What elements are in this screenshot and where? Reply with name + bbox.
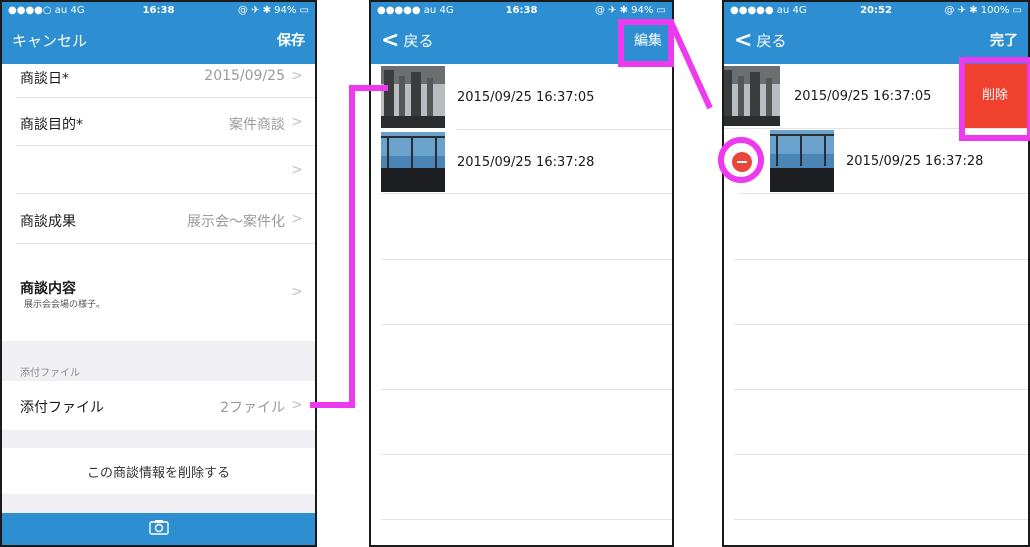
photo-list-item[interactable]: 2015/09/25 16:37:28 (724, 128, 1028, 194)
section-header-attachments: 添付ファイル (2, 341, 315, 381)
divider (724, 128, 1028, 129)
row-label: 商談目的* (20, 117, 83, 133)
chevron-right-icon: > (291, 397, 303, 413)
connector-line-2 (668, 20, 713, 110)
photo-timestamp: 2015/09/25 16:37:28 (457, 155, 595, 170)
chevron-right-icon: > (291, 284, 303, 300)
camera-icon[interactable] (148, 519, 169, 535)
nav-bar: < 戻る 完了 (724, 18, 1028, 64)
divider (381, 454, 672, 455)
status-battery: @ ✈ ✱ 100% ▭ (944, 4, 1022, 16)
screen-attachments: ●●●●● au 4G 16:38 @ ✈ ✱ 94% ▭ < 戻る 編集 20… (369, 0, 674, 547)
remove-circle-icon[interactable] (732, 152, 752, 172)
chevron-right-icon: > (291, 114, 303, 130)
cancel-button[interactable]: キャンセル (12, 18, 87, 64)
photo-timestamp: 2015/09/25 16:37:05 (457, 90, 595, 105)
back-button[interactable]: < 戻る (734, 18, 786, 64)
screen-edit-meeting: ●●●●○ au 4G 16:38 @ ✈ ✱ 94% ▭ キャンセル 保存 商… (0, 0, 317, 547)
delete-button[interactable]: 削除 (962, 64, 1028, 128)
photo-thumbnail (381, 132, 445, 192)
status-battery: @ ✈ ✱ 94% ▭ (594, 4, 666, 16)
divider (381, 389, 672, 390)
row-label: 添付ファイル (20, 400, 104, 416)
row-value: 2015/09/25 (204, 68, 285, 84)
edit-button[interactable]: 編集 (634, 18, 662, 64)
divider (381, 259, 672, 260)
divider (381, 519, 672, 520)
field-meeting-content[interactable]: 商談内容 展示会会場の様子。 > (2, 244, 315, 341)
divider (381, 193, 672, 194)
photo-timestamp: 2015/09/25 16:37:05 (794, 89, 932, 104)
field-meeting-result[interactable]: 商談成果 展示会〜案件化 > (2, 194, 315, 244)
divider (738, 193, 1028, 194)
chevron-left-icon: < (734, 28, 753, 53)
delete-meeting-label: この商談情報を削除する (86, 466, 230, 481)
section-header-label: 添付ファイル (20, 368, 80, 379)
row-value: 展示会〜案件化 (187, 214, 285, 230)
chevron-left-icon: < (381, 28, 400, 53)
status-bar: ●●●●● au 4G 20:52 @ ✈ ✱ 100% ▭ (724, 2, 1028, 18)
photo-thumbnail (770, 130, 834, 192)
row-value: 案件商談 (229, 117, 285, 133)
back-label: 戻る (403, 32, 434, 50)
field-meeting-purpose[interactable]: 商談目的* 案件商談 > (2, 98, 315, 146)
nav-bar: キャンセル 保存 (2, 18, 315, 64)
chevron-right-icon: > (291, 68, 303, 84)
divider (734, 454, 1028, 455)
delete-meeting-button[interactable]: この商談情報を削除する (2, 448, 315, 494)
divider (734, 389, 1028, 390)
chevron-right-icon: > (291, 211, 303, 227)
divider (734, 259, 1028, 260)
bottom-toolbar (2, 513, 315, 545)
row-label: 商談成果 (20, 214, 76, 230)
back-label: 戻る (756, 32, 787, 50)
divider (734, 324, 1028, 325)
field-attachments[interactable]: 添付ファイル 2ファイル > (2, 381, 315, 430)
done-button[interactable]: 完了 (990, 18, 1018, 64)
content-preview: 展示会会場の様子。 (24, 300, 106, 310)
divider (734, 519, 1028, 520)
save-button[interactable]: 保存 (277, 18, 305, 64)
photo-list-item[interactable]: 2015/09/25 16:37:05 (371, 64, 672, 130)
status-bar: ●●●●○ au 4G 16:38 @ ✈ ✱ 94% ▭ (2, 2, 315, 18)
field-empty[interactable]: > (2, 146, 315, 194)
status-bar: ●●●●● au 4G 16:38 @ ✈ ✱ 94% ▭ (371, 2, 672, 18)
photo-list-item[interactable]: 2015/09/25 16:37:28 (371, 130, 672, 194)
status-battery: @ ✈ ✱ 94% ▭ (237, 4, 309, 16)
field-meeting-date[interactable]: 商談日* 2015/09/25 > (2, 64, 315, 98)
chevron-right-icon: > (291, 162, 303, 178)
photo-timestamp: 2015/09/25 16:37:28 (846, 154, 984, 169)
photo-thumbnail (724, 66, 780, 126)
row-value: 2ファイル (220, 400, 285, 416)
nav-bar: < 戻る 編集 (371, 18, 672, 64)
photo-thumbnail (381, 66, 445, 128)
row-label: 商談日* (20, 71, 69, 87)
section-spacer (2, 430, 315, 448)
row-label: 商談内容 (20, 281, 76, 297)
back-button[interactable]: < 戻る (381, 18, 433, 64)
screen-attachments-editing: ●●●●● au 4G 20:52 @ ✈ ✱ 100% ▭ < 戻る 完了 2… (722, 0, 1030, 547)
divider (381, 324, 672, 325)
